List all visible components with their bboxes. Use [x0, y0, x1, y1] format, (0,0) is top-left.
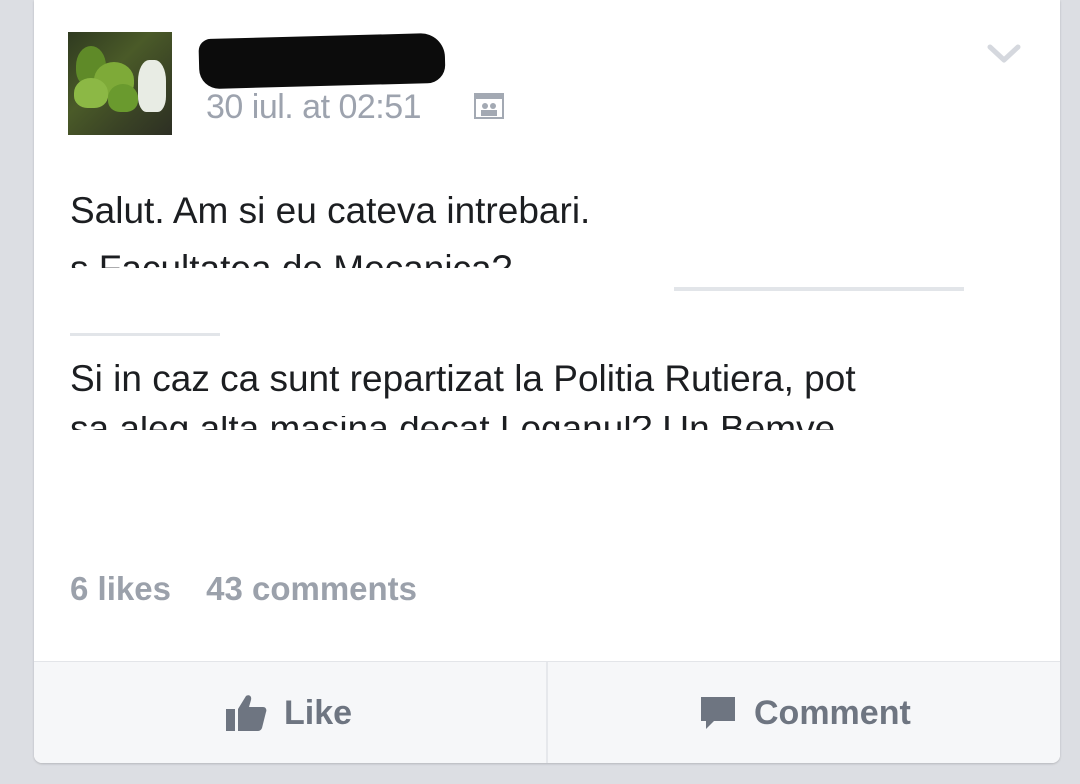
post-text-line-1-cut: s Facultatea de Mecanica? — [70, 249, 675, 269]
post-text-line-2-cut: sa aleg alta masina decat Loganul? Un Be… — [70, 416, 950, 430]
post-stats: 6 likes 43 comments — [70, 570, 443, 608]
redaction-trace-small — [70, 333, 220, 336]
post-card: 30 iul. at 02:51 Salut. Am si eu cateva … — [34, 0, 1060, 763]
chevron-down-icon[interactable] — [987, 43, 1021, 65]
friends-icon — [474, 93, 504, 119]
avatar[interactable] — [68, 32, 172, 135]
redaction-trace — [674, 287, 964, 291]
post-text-line-2: Si in caz ca sunt repartizat la Politia … — [70, 358, 856, 399]
author-name-redacted — [198, 32, 446, 90]
action-bar: Like Comment — [34, 661, 1060, 763]
post-text-line-1: Salut. Am si eu cateva intrebari. — [70, 190, 591, 231]
screen: 30 iul. at 02:51 Salut. Am si eu cateva … — [0, 0, 1080, 784]
speech-bubble-icon — [701, 697, 735, 729]
post-timestamp[interactable]: 30 iul. at 02:51 — [206, 88, 422, 127]
comment-button[interactable]: Comment — [698, 690, 911, 736]
redaction-box-2 — [64, 268, 674, 332]
action-divider — [546, 662, 548, 763]
like-button[interactable]: Like — [224, 690, 352, 736]
likes-count[interactable]: 6 likes — [70, 570, 171, 607]
like-label: Like — [284, 693, 353, 732]
comments-count[interactable]: 43 comments — [206, 570, 417, 607]
comment-label: Comment — [754, 693, 911, 732]
thumbs-up-icon — [226, 695, 267, 731]
redaction-box-1 — [674, 190, 964, 290]
